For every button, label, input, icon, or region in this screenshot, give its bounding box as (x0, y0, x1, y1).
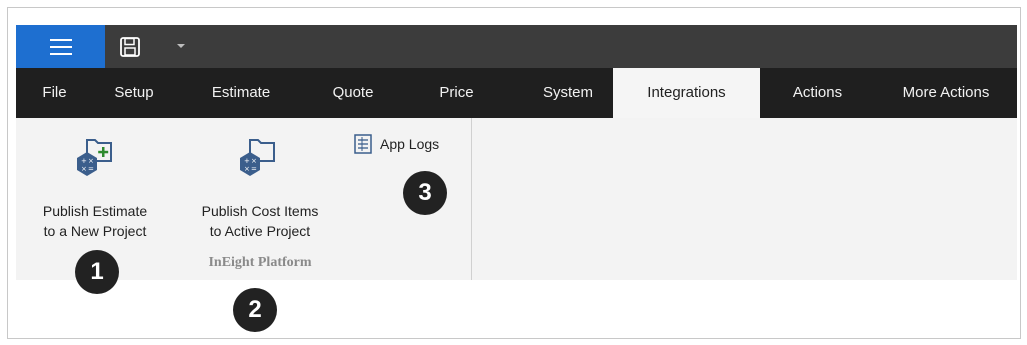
svg-text:=: = (88, 165, 94, 173)
app-logs-button[interactable]: App Logs (354, 134, 439, 154)
callout-marker-1: 1 (75, 250, 119, 294)
app-logs-icon (354, 134, 372, 154)
publish-estimate-label-line1: Publish Estimate (42, 203, 148, 219)
svg-text:+: + (81, 157, 87, 165)
publish-estimate-label-line2: to a New Project (43, 223, 147, 239)
tab-setup[interactable]: Setup (93, 68, 175, 118)
tab-file[interactable]: File (16, 68, 93, 118)
svg-text:=: = (251, 165, 257, 173)
ribbon-tab-bar: File Setup Estimate Quote Price System I… (16, 68, 1017, 118)
callout-marker-3: 3 (403, 171, 447, 215)
ribbon-group-divider (471, 118, 472, 280)
publish-cost-items-label-line1: Publish Cost Items (201, 203, 319, 219)
svg-text:+: + (244, 157, 250, 165)
svg-text:×: × (251, 157, 257, 165)
tab-actions[interactable]: Actions (760, 68, 875, 118)
tab-more-actions[interactable]: More Actions (875, 68, 1017, 118)
title-bar (16, 25, 1017, 68)
dropdown-arrow-icon[interactable] (176, 42, 186, 50)
publish-new-project-icon: + × × = (77, 139, 112, 176)
publish-active-project-icon: + × × = (240, 139, 275, 176)
app-logs-label: App Logs (380, 136, 440, 152)
publish-cost-items-label-line2: to Active Project (209, 223, 311, 239)
tab-estimate[interactable]: Estimate (175, 68, 307, 118)
save-icon[interactable] (119, 36, 141, 58)
callout-marker-2: 2 (233, 288, 277, 332)
svg-text:×: × (244, 165, 250, 173)
tab-integrations[interactable]: Integrations (613, 68, 760, 118)
ribbon-group-label-ineight-platform: InEight Platform (208, 255, 312, 270)
tab-price[interactable]: Price (399, 68, 514, 118)
svg-text:×: × (81, 165, 87, 173)
tab-system[interactable]: System (514, 68, 622, 118)
svg-text:×: × (88, 157, 94, 165)
tab-quote[interactable]: Quote (307, 68, 399, 118)
hamburger-menu-icon (49, 38, 72, 55)
hamburger-menu-button[interactable] (16, 25, 105, 68)
